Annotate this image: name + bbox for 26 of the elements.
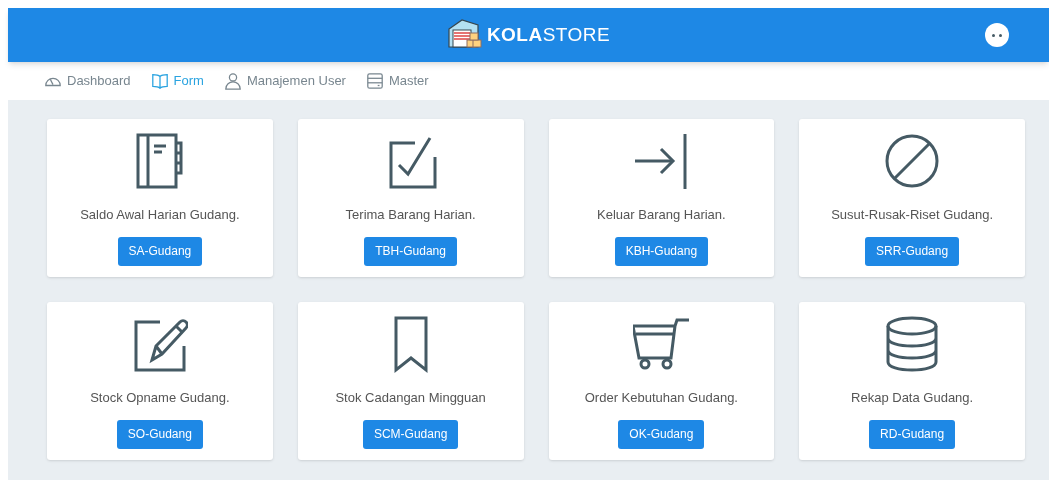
nav-tab[interactable]: Manajemen User <box>223 71 346 91</box>
card-title: Stok Cadangan Mingguan <box>335 389 486 407</box>
nav-tab[interactable]: Master <box>365 71 429 91</box>
card-title: Keluar Barang Harian. <box>597 206 726 224</box>
book-icon <box>150 72 169 90</box>
card-title: Susut-Rusak-Riset Gudang. <box>831 206 994 224</box>
user-icon <box>223 72 242 90</box>
module-button[interactable]: SA-Gudang <box>117 236 203 266</box>
module-button[interactable]: RD-Gudang <box>869 419 956 449</box>
module-button[interactable]: TBH-Gudang <box>364 236 457 266</box>
module-button[interactable]: KBH-Gudang <box>614 236 709 266</box>
card-title: Rekap Data Gudang. <box>851 389 974 407</box>
nav-tab[interactable]: Dashboard <box>44 71 131 91</box>
nav-tab[interactable]: Form <box>150 71 204 91</box>
module-button[interactable]: SCM-Gudang <box>362 419 459 449</box>
database-icon <box>884 314 941 374</box>
module-button[interactable]: SO-Gudang <box>116 419 203 449</box>
card-title: Stock Opname Gudang. <box>90 389 230 407</box>
module-button[interactable]: SRR-Gudang <box>865 236 960 266</box>
avatar-icon[interactable] <box>985 23 1009 47</box>
module-button[interactable]: OK-Gudang <box>618 419 705 449</box>
server-icon <box>365 72 384 90</box>
card-title: Terima Barang Harian. <box>345 206 476 224</box>
brand-name: KOLASTORE <box>486 22 611 47</box>
card-title: Saldo Awal Harian Gudang. <box>80 206 240 224</box>
card-title: Order Kebutuhan Gudang. <box>584 389 738 407</box>
